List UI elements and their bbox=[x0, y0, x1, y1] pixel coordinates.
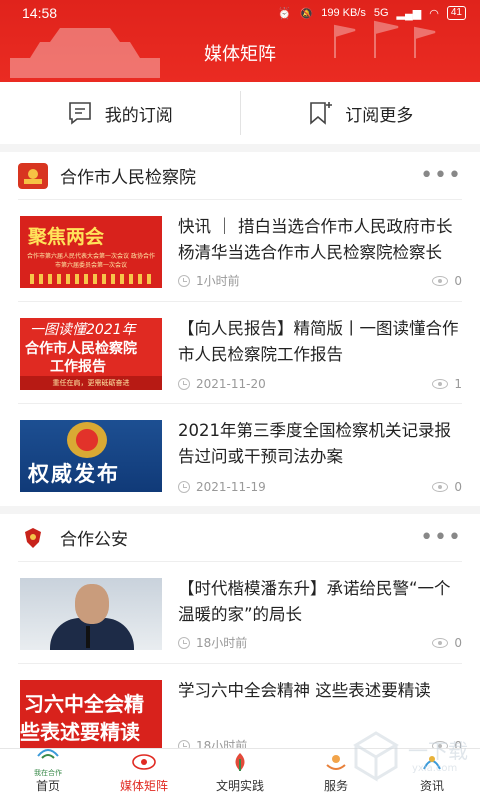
article-views: 0 bbox=[454, 635, 462, 650]
more-options-icon[interactable]: ••• bbox=[420, 164, 462, 186]
views-eye-icon bbox=[432, 637, 449, 648]
procuratorate-logo-icon bbox=[18, 162, 48, 189]
article-title: 【向人民报告】精简版丨一图读懂合作市人民检察院工作报告 bbox=[178, 319, 459, 364]
media-matrix-icon bbox=[131, 751, 157, 773]
article-item[interactable]: 权威发布 2021年第三季度全国检察机关记录报告过问或干预司法办案 2021-1… bbox=[18, 404, 462, 506]
channel-header[interactable]: 合作公安 ••• bbox=[18, 514, 462, 562]
article-item[interactable]: 聚焦两会 合作市第六届人民代表大会第一次会议 政协合作市第六届委员会第一次会议 … bbox=[18, 200, 462, 302]
nav-label: 文明实践 bbox=[215, 779, 264, 793]
article-time: 18小时前 bbox=[196, 739, 248, 748]
article-time: 1小时前 bbox=[196, 274, 240, 288]
article-title: 学习六中全会精神 这些表述要精读 bbox=[178, 681, 431, 700]
article-title: 【时代楷模潘东升】承诺给民警“一个温暖的家”的局长 bbox=[178, 579, 451, 624]
thumb-band-text: 重任在肩，更需砥砺奋进 bbox=[52, 379, 130, 387]
site-watermark: 一下载 yxia.com bbox=[346, 705, 476, 795]
channel-name: 合作公安 bbox=[60, 530, 128, 550]
article-body: 快讯 ｜ 措白当选合作市人民政府市长 杨清华当选合作市人民检察院检察长 1小时前… bbox=[178, 214, 462, 289]
article-meta: 18小时前 0 bbox=[178, 634, 462, 651]
page-title: 媒体矩阵 bbox=[204, 44, 276, 65]
status-time: 14:58 bbox=[22, 5, 58, 21]
thumb-headline: 聚焦两会 bbox=[28, 226, 105, 248]
article-thumbnail: 习六中全会精 些表述要精读 bbox=[20, 680, 162, 748]
top-header: 14:58 ⏰ 🔕 199 KB/s 5G ▂▄▆ ◠ 41 媒体矩阵 bbox=[0, 0, 480, 82]
thumb-line-2: 合作市人民检察院 bbox=[25, 341, 137, 357]
views-eye-icon bbox=[432, 482, 449, 492]
channel-name: 合作市人民检察院 bbox=[60, 168, 196, 188]
procuratorate-emblem-icon bbox=[67, 422, 107, 458]
article-meta: 2021-11-19 0 bbox=[178, 480, 462, 494]
home-logo-icon bbox=[35, 744, 61, 766]
alarm-icon: ⏰ bbox=[277, 7, 292, 20]
clock-icon bbox=[178, 739, 190, 748]
clock-icon bbox=[178, 481, 190, 493]
thumb-line-1: 习六中全会精 bbox=[24, 692, 144, 716]
article-thumbnail: 一图读懂2021年 合作市人民检察院 工作报告 重任在肩，更需砥砺奋进 bbox=[20, 318, 162, 390]
bookmark-plus-icon bbox=[310, 102, 333, 125]
nav-media-matrix[interactable]: 媒体矩阵 bbox=[96, 749, 192, 800]
thumb-line-3: 工作报告 bbox=[50, 359, 106, 375]
thumb-line-1: 一图读懂2021年 bbox=[30, 322, 136, 338]
watermark-domain: yxia.com bbox=[412, 763, 458, 774]
article-body: 2021年第三季度全国检察机关记录报告过问或干预司法办案 2021-11-19 … bbox=[178, 418, 462, 494]
more-options-icon[interactable]: ••• bbox=[420, 526, 462, 548]
article-title: 快讯 ｜ 措白当选合作市人民政府市长 杨清华当选合作市人民检察院检察长 bbox=[178, 217, 453, 262]
subscribe-more-label: 订阅更多 bbox=[345, 105, 414, 126]
article-thumbnail: 权威发布 bbox=[20, 420, 162, 492]
microphone-icon bbox=[86, 626, 90, 648]
person-face bbox=[75, 584, 109, 624]
thumb-band: 重任在肩，更需砥砺奋进 bbox=[20, 376, 162, 390]
article-time: 2021-11-20 bbox=[196, 377, 266, 391]
crowd-decoration bbox=[30, 274, 152, 284]
article-body: 【时代楷模潘东升】承诺给民警“一个温暖的家”的局长 18小时前 0 bbox=[178, 576, 462, 651]
battery-level: 41 bbox=[446, 6, 466, 20]
subscribe-bar: 我的订阅 订阅更多 bbox=[0, 82, 480, 144]
clock-icon bbox=[178, 636, 190, 649]
channel-section: 合作市人民检察院 ••• 聚焦两会 合作市第六届人民代表大会第一次会议 政协合作… bbox=[0, 152, 480, 506]
police-logo-icon bbox=[18, 525, 48, 551]
clock-icon bbox=[178, 378, 190, 390]
article-body: 【向人民报告】精简版丨一图读懂合作市人民检察院工作报告 2021-11-20 1 bbox=[178, 316, 462, 391]
channel-header[interactable]: 合作市人民检察院 ••• bbox=[18, 152, 462, 200]
nav-label: 媒体矩阵 bbox=[119, 779, 168, 793]
subscribe-more-button[interactable]: 订阅更多 bbox=[241, 82, 480, 144]
civilization-practice-icon bbox=[227, 751, 253, 773]
article-views: 1 bbox=[454, 377, 462, 391]
article-meta: 2021-11-20 1 bbox=[178, 377, 462, 391]
clock-icon bbox=[178, 274, 190, 287]
nav-home[interactable]: 我在合作 首页 bbox=[0, 749, 96, 800]
views-eye-icon bbox=[432, 379, 449, 389]
my-subscriptions-label: 我的订阅 bbox=[104, 105, 173, 126]
article-time: 18小时前 bbox=[196, 636, 248, 650]
net-speed: 199 KB/s bbox=[321, 7, 366, 19]
watermark-text: 一下载 bbox=[408, 739, 468, 763]
views-eye-icon bbox=[432, 275, 449, 286]
article-time: 2021-11-19 bbox=[196, 480, 266, 494]
signal-icon: ▂▄▆ bbox=[396, 7, 422, 20]
home-logo-text: 我在合作 bbox=[34, 769, 62, 777]
nav-label: 首页 bbox=[35, 779, 60, 793]
article-views: 0 bbox=[454, 480, 462, 494]
status-bar: 14:58 ⏰ 🔕 199 KB/s 5G ▂▄▆ ◠ 41 bbox=[0, 0, 480, 28]
thumb-caption: 合作市第六届人民代表大会第一次会议 政协合作市第六届委员会第一次会议 bbox=[27, 253, 155, 269]
feed[interactable]: 合作市人民检察院 ••• 聚焦两会 合作市第六届人民代表大会第一次会议 政协合作… bbox=[0, 152, 480, 748]
article-title: 2021年第三季度全国检察机关记录报告过问或干预司法办案 bbox=[178, 421, 451, 466]
my-subscriptions-button[interactable]: 我的订阅 bbox=[0, 82, 240, 144]
thumb-line-2: 些表述要精读 bbox=[20, 720, 140, 744]
network-type: 5G bbox=[373, 7, 389, 19]
nav-civilization-practice[interactable]: 文明实践 bbox=[192, 749, 288, 800]
article-views: 0 bbox=[454, 273, 462, 288]
mute-icon: 🔕 bbox=[299, 7, 314, 20]
wifi-icon: ◠ bbox=[429, 7, 439, 20]
article-thumbnail bbox=[20, 578, 162, 650]
status-icons: ⏰ 🔕 199 KB/s 5G ▂▄▆ ◠ 41 bbox=[278, 6, 466, 20]
nav-label: 服务 bbox=[323, 779, 348, 793]
thumb-text: 权威发布 bbox=[28, 461, 120, 486]
article-item[interactable]: 【时代楷模潘东升】承诺给民警“一个温暖的家”的局长 18小时前 0 bbox=[18, 562, 462, 664]
article-thumbnail: 聚焦两会 合作市第六届人民代表大会第一次会议 政协合作市第六届委员会第一次会议 bbox=[20, 216, 162, 288]
article-meta: 1小时前 0 bbox=[178, 272, 462, 289]
article-item[interactable]: 一图读懂2021年 合作市人民检察院 工作报告 重任在肩，更需砥砺奋进 【向人民… bbox=[18, 302, 462, 404]
subscription-list-icon bbox=[68, 102, 91, 125]
